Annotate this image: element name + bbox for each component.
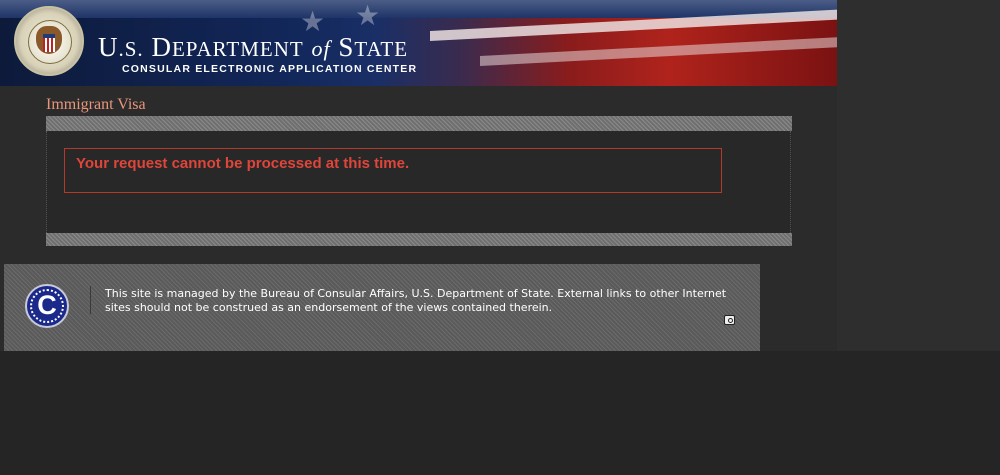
flag-stripe — [480, 36, 837, 66]
consular-affairs-logo: C — [25, 284, 69, 328]
department-seal-logo[interactable] — [14, 6, 84, 76]
footer: C This site is managed by the Bureau of … — [4, 264, 760, 351]
panel-top-bar — [46, 116, 792, 131]
panel-bottom-bar — [46, 233, 792, 246]
clock-icon[interactable] — [724, 315, 735, 325]
footer-divider — [90, 286, 91, 314]
header-banner: ★ ★ U.S. DEPARTMENT of STATE CONSULAR EL… — [0, 0, 837, 86]
right-empty-pane — [837, 0, 1000, 351]
logo-letter: C — [37, 290, 57, 320]
shield-icon — [43, 34, 55, 52]
site-subtitle: CONSULAR ELECTRONIC APPLICATION CENTER — [122, 63, 418, 75]
error-message: Your request cannot be processed at this… — [76, 155, 410, 172]
page-title: Immigrant Visa — [46, 96, 146, 113]
star-icon: ★ — [355, 0, 381, 31]
footer-notice: This site is managed by the Bureau of Co… — [105, 287, 727, 314]
site-title[interactable]: U.S. DEPARTMENT of STATE — [98, 32, 408, 63]
